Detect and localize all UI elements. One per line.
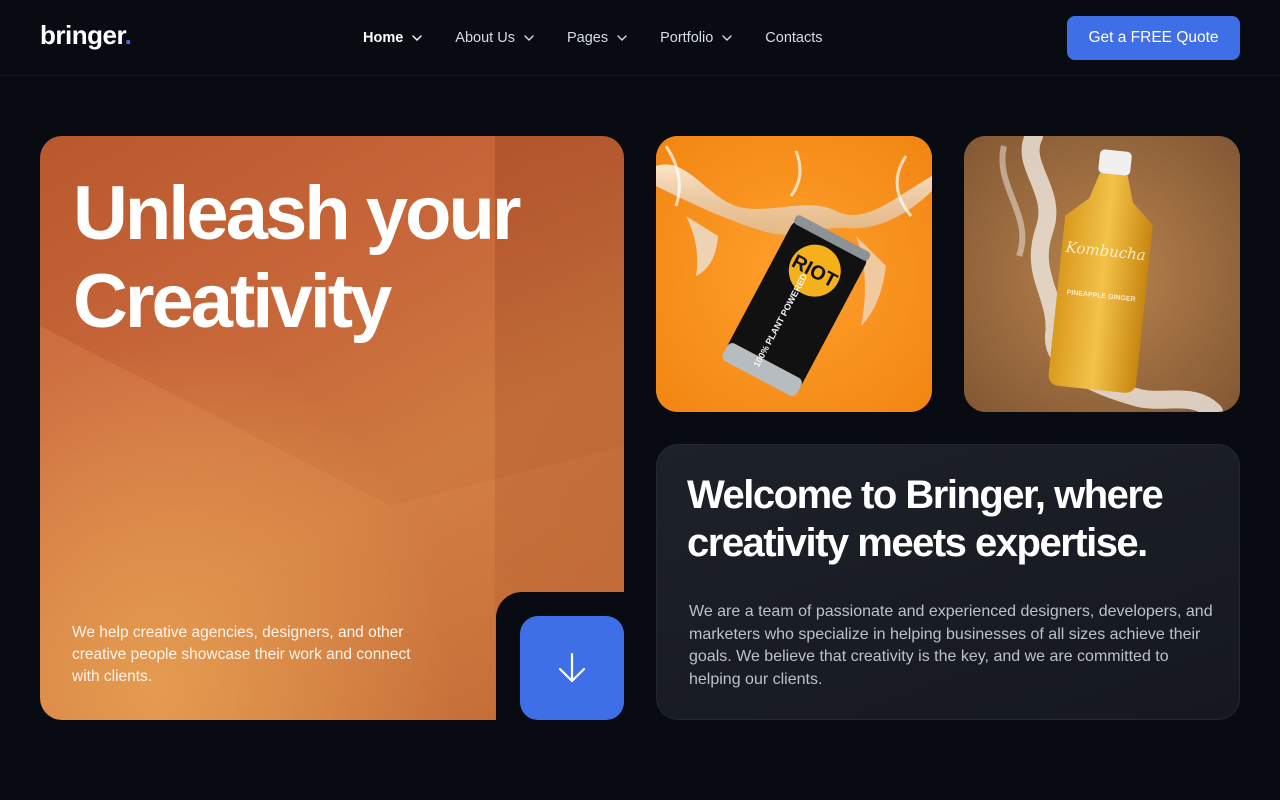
- welcome-text: We are a team of passionate and experien…: [689, 603, 1213, 688]
- logo[interactable]: bringer.: [40, 20, 132, 51]
- hero-title-line: Unleash your: [73, 171, 521, 256]
- chevron-down-icon: [616, 32, 628, 44]
- main-nav: Home About Us Pages Portfolio Contacts: [363, 28, 855, 48]
- nav-item-label: Pages: [566, 30, 609, 46]
- nav-item-contacts[interactable]: Contacts: [765, 28, 822, 48]
- nav-item-label: About Us: [455, 30, 515, 46]
- gallery-image-can[interactable]: RIOT 100% PLANT POWERED: [656, 136, 932, 412]
- welcome-title: Welcome to Bringer, where creativity mee…: [687, 473, 1164, 565]
- gallery-image-bottle[interactable]: Kombucha PINEAPPLE GINGER: [964, 136, 1240, 412]
- chevron-down-icon: [523, 32, 535, 44]
- hero-title-line: Creativity: [73, 259, 392, 344]
- logo-dot: .: [124, 20, 132, 50]
- nav-item-label: Home: [363, 30, 404, 46]
- chevron-down-icon: [721, 32, 733, 44]
- logo-text: bringer: [40, 20, 125, 50]
- energy-can-image: RIOT 100% PLANT POWERED: [656, 136, 932, 412]
- hero-title: Unleash your Creativity: [73, 170, 593, 346]
- nav-item-portfolio[interactable]: Portfolio: [660, 28, 733, 48]
- arrow-down-icon: [558, 652, 586, 683]
- welcome-card: Welcome to Bringer, where creativity mee…: [656, 444, 1240, 720]
- nav-item-about-us[interactable]: About Us: [455, 28, 535, 48]
- nav-item-label: Portfolio: [660, 30, 714, 46]
- kombucha-bottle-image: Kombucha PINEAPPLE GINGER: [964, 136, 1240, 412]
- nav-item-pages[interactable]: Pages: [567, 28, 628, 48]
- chevron-down-icon: [411, 32, 423, 44]
- site-header: bringer. Home About Us Pages Portfolio C…: [0, 0, 1280, 76]
- nav-item-label: Contacts: [765, 30, 823, 46]
- page: bringer. Home About Us Pages Portfolio C…: [0, 0, 1280, 800]
- nav-item-home[interactable]: Home: [363, 28, 423, 48]
- get-free-quote-button[interactable]: Get a FREE Quote: [1067, 16, 1240, 60]
- scroll-down-button[interactable]: [520, 616, 624, 720]
- hero-description: We help creative agencies, designers, an…: [72, 624, 411, 685]
